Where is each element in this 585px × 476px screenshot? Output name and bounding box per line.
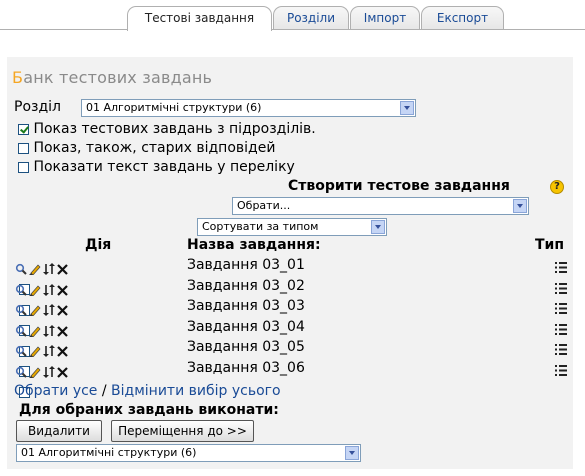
row-actions	[15, 300, 81, 336]
tab-questions[interactable]: Тестові завдання	[127, 6, 272, 31]
preview-icon[interactable]	[15, 322, 27, 341]
select-links: Обрати усе / Відмінити вибір усього	[14, 383, 281, 399]
col-type-header: Тип	[535, 237, 565, 253]
edit-icon[interactable]	[29, 301, 41, 320]
subcategories-checkbox[interactable]	[18, 123, 29, 135]
title-rest: анк тестових завдань	[23, 68, 213, 87]
question-icon[interactable]: ?	[550, 180, 564, 194]
create-question-label: Створити тестове завдання	[288, 178, 510, 194]
move-to-button[interactable]: Переміщення до >>	[111, 420, 254, 442]
separator: /	[101, 383, 107, 399]
sort-select[interactable]: Сортувати за типом	[197, 218, 387, 236]
question-name: Завдання 03_01	[187, 257, 305, 273]
option-label: Показ, також, старих відповідей	[33, 140, 276, 156]
tab-underline	[0, 29, 585, 30]
create-select-value: Обрати...	[237, 199, 291, 212]
tab-categories[interactable]: Розділи	[273, 6, 349, 30]
show-text-checkbox[interactable]	[18, 161, 29, 173]
tab-export[interactable]: Експорт	[421, 6, 504, 30]
delete-icon[interactable]	[57, 260, 68, 279]
delete-icon[interactable]	[57, 342, 68, 361]
edit-icon[interactable]	[29, 363, 41, 382]
chevron-down-icon	[400, 101, 414, 115]
multichoice-type-icon	[555, 362, 567, 376]
option-show-text: Показати текст завдань у переліку	[18, 159, 295, 177]
move-target-value: 01 Алгоритмічні структури (6)	[21, 446, 197, 459]
question-name: Завдання 03_06	[187, 360, 305, 376]
move-icon[interactable]	[43, 281, 55, 300]
question-name: Завдання 03_04	[187, 319, 305, 335]
preview-icon[interactable]	[15, 281, 27, 300]
multichoice-type-icon	[555, 280, 567, 294]
move-icon[interactable]	[43, 342, 55, 361]
category-label: Розділ	[14, 99, 61, 115]
row-actions	[15, 341, 81, 377]
edit-icon[interactable]	[29, 342, 41, 361]
multichoice-type-icon	[555, 259, 567, 273]
delete-icon[interactable]	[57, 322, 68, 341]
question-bank-panel: Банк тестових завдань Розділ 01 Алгоритм…	[7, 57, 573, 469]
preview-icon[interactable]	[15, 260, 27, 279]
page-title: Банк тестових завдань	[12, 68, 212, 87]
question-name: Завдання 03_03	[187, 298, 305, 314]
title-first-letter: Б	[12, 68, 24, 87]
question-name: Завдання 03_02	[187, 278, 305, 294]
sort-select-value: Сортувати за типом	[202, 220, 319, 233]
move-icon[interactable]	[43, 322, 55, 341]
multichoice-type-icon	[555, 321, 567, 335]
question-name: Завдання 03_05	[187, 339, 305, 355]
preview-icon[interactable]	[15, 342, 27, 361]
bulk-action-label: Для обраних завдань виконати:	[19, 402, 279, 418]
edit-icon[interactable]	[29, 260, 41, 279]
create-question-select[interactable]: Обрати...	[232, 197, 529, 215]
edit-icon[interactable]	[29, 322, 41, 341]
multichoice-type-icon	[555, 300, 567, 314]
tab-import[interactable]: Імпорт	[350, 6, 420, 30]
old-answers-checkbox[interactable]	[18, 142, 29, 154]
row-actions	[15, 321, 81, 357]
row-actions	[15, 362, 81, 398]
delete-icon[interactable]	[57, 301, 68, 320]
preview-icon[interactable]	[15, 301, 27, 320]
option-label: Показ тестових завдань з підрозділів.	[33, 121, 316, 137]
category-select-value: 01 Алгоритмічні структури (6)	[86, 101, 262, 114]
option-label: Показати текст завдань у переліку	[33, 159, 295, 175]
col-action-header: Дія	[85, 237, 112, 253]
move-icon[interactable]	[43, 301, 55, 320]
delete-icon[interactable]	[57, 281, 68, 300]
row-actions	[15, 259, 81, 295]
deselect-all-link[interactable]: Відмінити вибір усього	[111, 383, 281, 399]
edit-icon[interactable]	[29, 281, 41, 300]
multichoice-type-icon	[555, 341, 567, 355]
chevron-down-icon	[371, 220, 385, 234]
preview-icon[interactable]	[15, 363, 27, 382]
chevron-down-icon	[513, 199, 527, 213]
select-all-link[interactable]: Обрати усе	[14, 383, 97, 399]
delete-button[interactable]: Видалити	[16, 420, 102, 442]
move-icon[interactable]	[43, 260, 55, 279]
chevron-down-icon	[345, 446, 359, 460]
option-old-answers: Показ, також, старих відповідей	[18, 140, 275, 158]
move-target-select[interactable]: 01 Алгоритмічні структури (6)	[16, 444, 361, 462]
option-subcategories: Показ тестових завдань з підрозділів.	[18, 121, 316, 139]
category-select[interactable]: 01 Алгоритмічні структури (6)	[81, 99, 416, 117]
delete-icon[interactable]	[57, 363, 68, 382]
row-actions	[15, 280, 81, 316]
move-icon[interactable]	[43, 363, 55, 382]
tab-bar: Тестові завдання Розділи Імпорт Експорт	[0, 6, 585, 31]
col-name-header: Назва завдання:	[187, 237, 321, 253]
